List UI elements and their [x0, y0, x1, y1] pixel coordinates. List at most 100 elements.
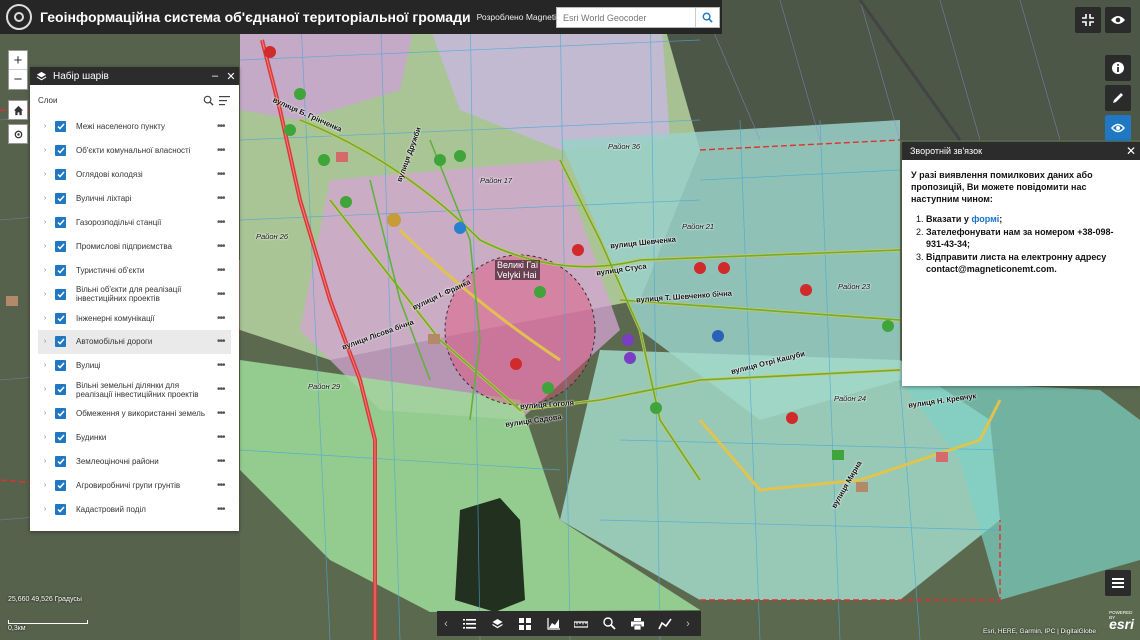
more-options-icon[interactable]: ••• [217, 289, 231, 300]
layer-checkbox[interactable] [55, 288, 66, 300]
layer-checkbox[interactable] [55, 503, 66, 515]
layer-row[interactable]: › Автомобільні дороги ••• [38, 330, 231, 354]
layer-checkbox[interactable] [55, 169, 66, 181]
map-center-label: Великі Гаї Velyki Hai [495, 260, 541, 280]
expand-chevron-icon[interactable]: › [38, 362, 52, 369]
layer-row[interactable]: › Оглядові колодязі ••• [38, 163, 231, 187]
layer-checkbox[interactable] [55, 217, 66, 228]
more-options-icon[interactable]: ••• [217, 313, 231, 324]
layer-row[interactable]: › Вулиці ••• [38, 354, 231, 378]
close-button[interactable]: ✕ [223, 70, 239, 83]
expand-chevron-icon[interactable]: › [38, 147, 52, 154]
expand-chevron-icon[interactable]: › [38, 291, 52, 298]
layer-row[interactable]: › Інженерні комунікації ••• [38, 306, 231, 330]
toolbar-print-button[interactable] [623, 611, 651, 636]
layer-list: › Межі населеного пункту ••• › Об'єкти комун… [30, 115, 239, 521]
layer-row[interactable]: › Об'єкти комунальної власності ••• [38, 139, 231, 163]
expand-chevron-icon[interactable]: › [38, 386, 52, 393]
more-options-icon[interactable]: ••• [217, 193, 231, 204]
measure-icon [574, 620, 588, 628]
expand-chevron-icon[interactable]: › [38, 506, 52, 513]
more-options-icon[interactable]: ••• [217, 217, 231, 228]
search-icon[interactable] [203, 95, 214, 106]
toolbar-query-button[interactable] [595, 611, 623, 636]
zoom-out-button[interactable]: − [9, 70, 27, 89]
layer-checkbox[interactable] [55, 240, 66, 252]
zoom-in-button[interactable]: + [9, 51, 27, 70]
toolbar-chart-button[interactable] [539, 611, 567, 636]
expand-chevron-icon[interactable]: › [38, 195, 52, 202]
expand-chevron-icon[interactable]: › [38, 243, 52, 250]
expand-chevron-icon[interactable]: › [38, 267, 52, 274]
more-options-icon[interactable]: ••• [217, 408, 231, 419]
toolbar-draw-button[interactable] [651, 611, 679, 636]
more-options-icon[interactable]: ••• [217, 169, 231, 180]
more-options-icon[interactable]: ••• [217, 480, 231, 491]
more-options-icon[interactable]: ••• [217, 145, 231, 156]
layer-row[interactable]: › Обмеження у використанні земель ••• [38, 402, 231, 426]
expand-chevron-icon[interactable]: › [38, 219, 52, 226]
layer-row[interactable]: › Землеоціночні райони ••• [38, 449, 231, 473]
layer-checkbox[interactable] [55, 336, 66, 348]
form-link[interactable]: формі [971, 214, 999, 224]
more-options-icon[interactable]: ••• [217, 241, 231, 252]
expand-chevron-icon[interactable]: › [38, 434, 52, 441]
expand-chevron-icon[interactable]: › [38, 171, 52, 178]
layer-row[interactable]: › Агровиробничі групи грунтів ••• [38, 473, 231, 497]
visibility-button[interactable] [1105, 7, 1131, 33]
layer-checkbox[interactable] [55, 193, 66, 205]
close-button[interactable]: ✕ [1122, 144, 1140, 158]
edit-button[interactable] [1105, 85, 1131, 111]
legend-button[interactable] [1105, 570, 1131, 596]
expand-chevron-icon[interactable]: › [38, 458, 52, 465]
layer-checkbox[interactable] [55, 408, 66, 420]
toolbar-list-button[interactable] [455, 611, 483, 636]
home-button[interactable] [8, 100, 28, 120]
more-options-icon[interactable]: ••• [217, 360, 231, 371]
layer-row[interactable]: › Вуличні ліхтарі ••• [38, 187, 231, 211]
toolbar-layers-button[interactable] [483, 611, 511, 636]
info-button[interactable] [1105, 55, 1131, 81]
more-options-icon[interactable]: ••• [217, 384, 231, 395]
layer-checkbox[interactable] [55, 455, 66, 467]
expand-chevron-icon[interactable]: › [38, 482, 52, 489]
more-options-icon[interactable]: ••• [217, 265, 231, 276]
layer-row[interactable]: › Вільні земельні ділянки для реалізації … [38, 378, 231, 402]
feedback-button[interactable] [1105, 115, 1131, 141]
layer-row[interactable]: › Вільні об'єкти для реалізації інвестиці… [38, 282, 231, 306]
layer-checkbox[interactable] [55, 121, 66, 133]
layer-row[interactable]: › Межі населеного пункту ••• [38, 115, 231, 139]
minimize-button[interactable]: – [207, 70, 223, 82]
more-options-icon[interactable]: ••• [217, 432, 231, 443]
expand-chevron-icon[interactable]: › [38, 338, 52, 345]
more-options-icon[interactable]: ••• [217, 456, 231, 467]
expand-chevron-icon[interactable]: › [38, 123, 52, 130]
layer-checkbox[interactable] [55, 264, 66, 276]
search-button[interactable] [695, 8, 719, 27]
more-options-icon[interactable]: ••• [217, 121, 231, 132]
chevron-left-icon[interactable]: ‹ [437, 618, 455, 630]
layer-checkbox[interactable] [55, 145, 66, 157]
expand-chevron-icon[interactable]: › [38, 315, 52, 322]
toolbar-measure-button[interactable] [567, 611, 595, 636]
locate-button[interactable] [8, 124, 28, 144]
layer-row[interactable]: › Будинки ••• [38, 426, 231, 450]
layer-checkbox[interactable] [55, 384, 66, 396]
more-options-icon[interactable]: ••• [217, 504, 231, 515]
expand-chevron-icon[interactable]: › [38, 410, 52, 417]
layer-checkbox[interactable] [55, 479, 66, 491]
chevron-right-icon[interactable]: › [679, 618, 697, 630]
layer-checkbox[interactable] [55, 360, 66, 372]
layer-row[interactable]: › Кадастровий поділ ••• [38, 497, 231, 521]
layer-checkbox[interactable] [55, 432, 66, 444]
toolbar-basemap-button[interactable] [511, 611, 539, 636]
fullscreen-button[interactable] [1075, 7, 1101, 33]
layer-row[interactable]: › Промислові підприємства ••• [38, 234, 231, 258]
checkmark-icon [56, 267, 65, 274]
more-options-icon[interactable]: ••• [217, 336, 231, 347]
filter-list-icon[interactable] [219, 95, 231, 106]
layer-row[interactable]: › Туристичні об'єкти ••• [38, 258, 231, 282]
layer-row[interactable]: › Газорозподільчі станції ••• [38, 211, 231, 235]
search-input[interactable] [557, 8, 696, 27]
layer-checkbox[interactable] [55, 312, 66, 324]
